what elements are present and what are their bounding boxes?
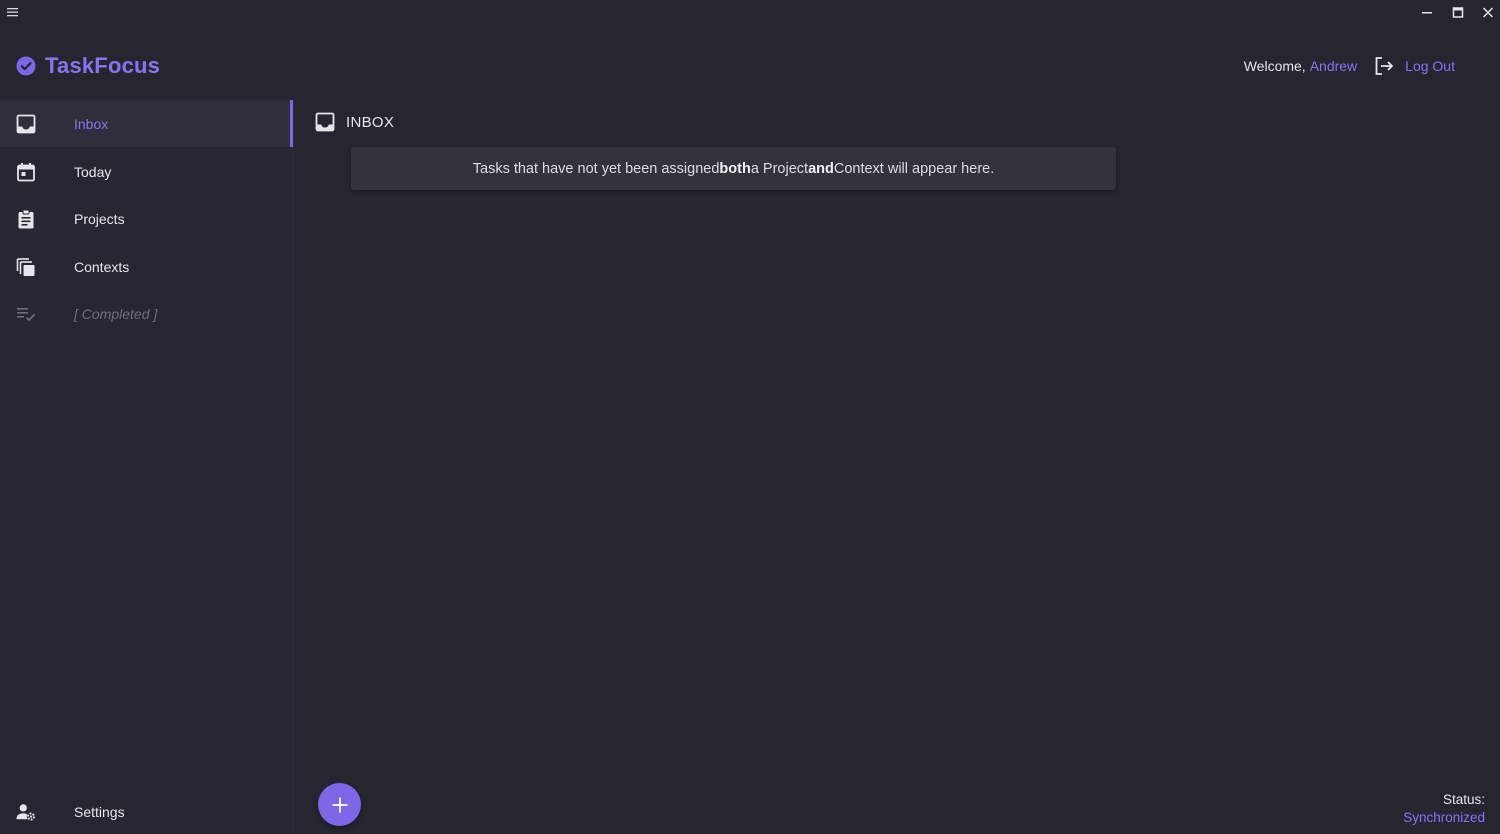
sidebar-item-label: Settings <box>74 803 125 820</box>
app-name: TaskFocus <box>45 53 161 78</box>
sidebar-item-inbox[interactable]: Inbox <box>0 100 293 147</box>
sidebar-item-projects[interactable]: Projects <box>0 195 292 242</box>
library-icon <box>16 257 36 277</box>
welcome-text: Welcome, <box>1243 58 1306 74</box>
logout-link[interactable]: Log Out <box>1405 58 1455 74</box>
hamburger-menu-icon[interactable] <box>5 5 21 19</box>
plus-icon <box>332 797 347 812</box>
close-window-icon[interactable] <box>1477 4 1499 22</box>
info-text-part: a Project <box>750 160 809 177</box>
status-label: Status: <box>1442 792 1485 807</box>
minimize-window-icon[interactable] <box>1416 4 1438 22</box>
sidebar-item-label: [ Completed ] <box>74 305 158 322</box>
inbox-info-message: Tasks that have not yet been assigned bo… <box>351 147 1116 190</box>
page-title: INBOX <box>315 111 394 133</box>
status-value: Synchronized <box>1403 810 1485 825</box>
inbox-icon <box>16 114 36 134</box>
sidebar-item-label: Contexts <box>74 258 130 275</box>
username[interactable]: Andrew <box>1310 58 1357 74</box>
user-settings-icon <box>16 802 36 822</box>
maximize-window-icon[interactable] <box>1447 4 1469 22</box>
logout-icon[interactable] <box>1373 55 1395 77</box>
sidebar-item-completed[interactable]: [ Completed ] <box>0 290 292 337</box>
clipboard-icon <box>16 209 36 229</box>
calendar-icon <box>16 162 36 182</box>
sidebar-divider <box>293 100 294 834</box>
add-task-button[interactable] <box>318 783 361 826</box>
info-emphasis-both: both <box>719 160 751 177</box>
sidebar-item-label: Today <box>74 163 112 180</box>
title-bar <box>0 0 1500 26</box>
inbox-icon <box>315 112 335 132</box>
info-text-part: Tasks that have not yet been assigned <box>472 160 720 177</box>
app-brand: TaskFocus <box>16 52 160 80</box>
page-title-text: INBOX <box>346 113 395 131</box>
sync-status: Status: Synchronized <box>1403 791 1485 827</box>
checklist-icon <box>16 304 36 324</box>
sidebar-item-label: Projects <box>74 210 125 227</box>
check-circle-logo-icon <box>16 56 36 76</box>
sidebar-item-contexts[interactable]: Contexts <box>0 243 292 290</box>
info-text-part: Context will appear here. <box>833 160 995 177</box>
user-header: Welcome, Andrew Log Out <box>1244 55 1455 77</box>
sidebar-item-today[interactable]: Today <box>0 148 292 195</box>
sidebar-item-label: Inbox <box>74 115 109 132</box>
sidebar-item-settings[interactable]: Settings <box>0 788 292 834</box>
info-emphasis-and: and <box>808 160 834 177</box>
